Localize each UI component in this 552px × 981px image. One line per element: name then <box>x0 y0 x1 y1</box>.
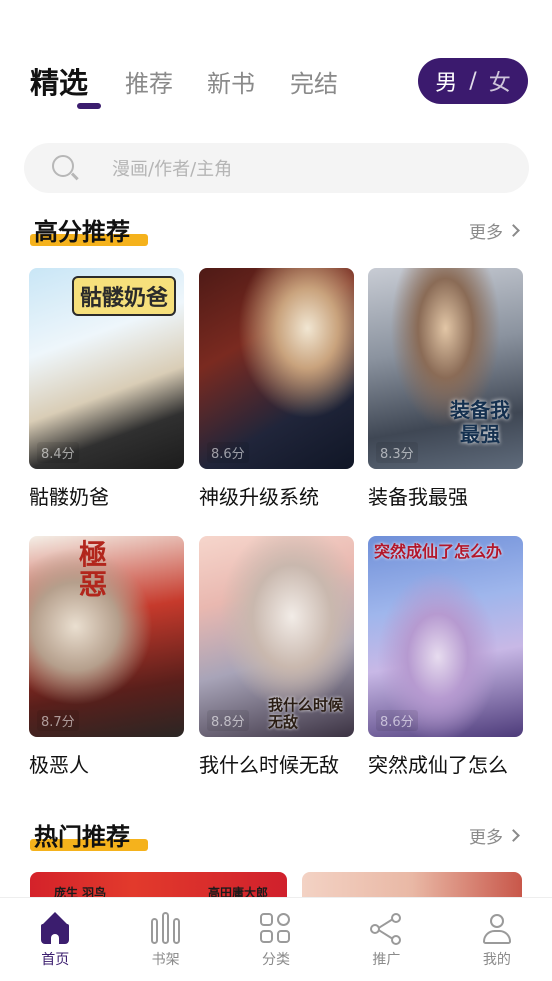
search-icon <box>52 155 79 181</box>
score-badge: 8.6分 <box>376 710 418 731</box>
cover-title-art: 突然成仙了怎么办 <box>374 542 503 561</box>
nav-label: 书架 <box>151 952 180 968</box>
comic-card[interactable]: 突然成仙了怎么办 8.6分 突然成仙了怎么 <box>368 536 523 778</box>
category-icon <box>259 912 293 946</box>
comic-title[interactable]: 神级升级系统 <box>199 481 354 510</box>
score-badge: 8.3分 <box>376 442 418 463</box>
nav-profile[interactable]: 我的 <box>442 898 552 981</box>
comic-cover[interactable]: 骷髅奶爸 8.4分 <box>29 268 184 469</box>
cover-title-art: 装备我最强 <box>450 398 510 446</box>
more-link-hot[interactable]: 更多 <box>469 823 520 848</box>
person-icon <box>480 912 514 946</box>
chevron-right-icon <box>507 224 520 237</box>
gender-toggle[interactable]: 男 / 女 <box>418 58 528 104</box>
cover-title-art: 極惡 <box>79 538 108 601</box>
comic-card[interactable]: 装备我最强 8.3分 装备我最强 <box>368 268 523 510</box>
comic-cover[interactable]: 我什么时候无敌 8.8分 <box>199 536 354 737</box>
score-badge: 8.4分 <box>37 442 79 463</box>
comic-card[interactable]: 8.6分 神级升级系统 <box>199 268 354 510</box>
nav-category[interactable]: 分类 <box>221 898 331 981</box>
hot-section-header: 热门推荐 更多 <box>30 817 522 853</box>
bottom-navigation: 首页 书架 分类 推广 我的 <box>0 897 552 981</box>
nav-label: 首页 <box>41 952 70 968</box>
comic-title[interactable]: 装备我最强 <box>368 481 523 510</box>
more-link-high-score[interactable]: 更多 <box>469 218 520 243</box>
nav-promote[interactable]: 推广 <box>331 898 441 981</box>
cover-title-art: 我什么时候无敌 <box>268 696 344 731</box>
high-score-section-header: 高分推荐 更多 <box>30 212 522 248</box>
comic-title[interactable]: 突然成仙了怎么 <box>368 749 523 778</box>
bookshelf-icon <box>149 912 183 946</box>
nav-label: 我的 <box>482 952 511 968</box>
nav-home[interactable]: 首页 <box>0 898 110 981</box>
chevron-right-icon <box>507 829 520 842</box>
comic-cover[interactable]: 突然成仙了怎么办 8.6分 <box>368 536 523 737</box>
comic-cover[interactable]: 装备我最强 8.3分 <box>368 268 523 469</box>
score-badge: 8.6分 <box>207 442 249 463</box>
comic-card[interactable]: 我什么时候无敌 8.8分 我什么时候无敌 <box>199 536 354 778</box>
comic-cover[interactable]: 極惡 8.7分 <box>29 536 184 737</box>
tab-featured[interactable]: 精选 <box>30 60 88 102</box>
comic-card[interactable]: 骷髅奶爸 8.4分 骷髅奶爸 <box>29 268 184 510</box>
section-title-hot: 热门推荐 <box>34 823 130 851</box>
home-icon <box>38 912 72 946</box>
gender-female-option[interactable]: 女 <box>489 65 511 97</box>
gender-male-option[interactable]: 男 <box>435 65 457 97</box>
score-badge: 8.7分 <box>37 710 79 731</box>
tab-completed[interactable]: 完结 <box>290 64 338 99</box>
tab-indicator <box>77 103 101 109</box>
nav-bookshelf[interactable]: 书架 <box>110 898 220 981</box>
nav-label: 分类 <box>262 952 291 968</box>
tab-recommended[interactable]: 推荐 <box>125 64 173 99</box>
tab-new[interactable]: 新书 <box>207 64 255 99</box>
section-title-high-score: 高分推荐 <box>34 218 130 246</box>
more-label: 更多 <box>469 828 503 848</box>
score-badge: 8.8分 <box>207 710 249 731</box>
nav-label: 推广 <box>372 952 401 968</box>
comic-title[interactable]: 我什么时候无敌 <box>199 749 354 778</box>
gender-separator: / <box>469 68 477 94</box>
share-icon <box>369 912 403 946</box>
comic-cover[interactable]: 8.6分 <box>199 268 354 469</box>
more-label: 更多 <box>469 223 503 243</box>
comic-title[interactable]: 极恶人 <box>29 749 184 778</box>
search-bar[interactable]: 漫画/作者/主角 <box>24 143 529 193</box>
comic-title[interactable]: 骷髅奶爸 <box>29 481 184 510</box>
top-tab-bar: 精选 推荐 新书 完结 男 / 女 <box>30 56 528 112</box>
cover-title-art: 骷髅奶爸 <box>71 276 176 316</box>
search-placeholder[interactable]: 漫画/作者/主角 <box>112 155 232 181</box>
comic-card[interactable]: 極惡 8.7分 极恶人 <box>29 536 184 778</box>
